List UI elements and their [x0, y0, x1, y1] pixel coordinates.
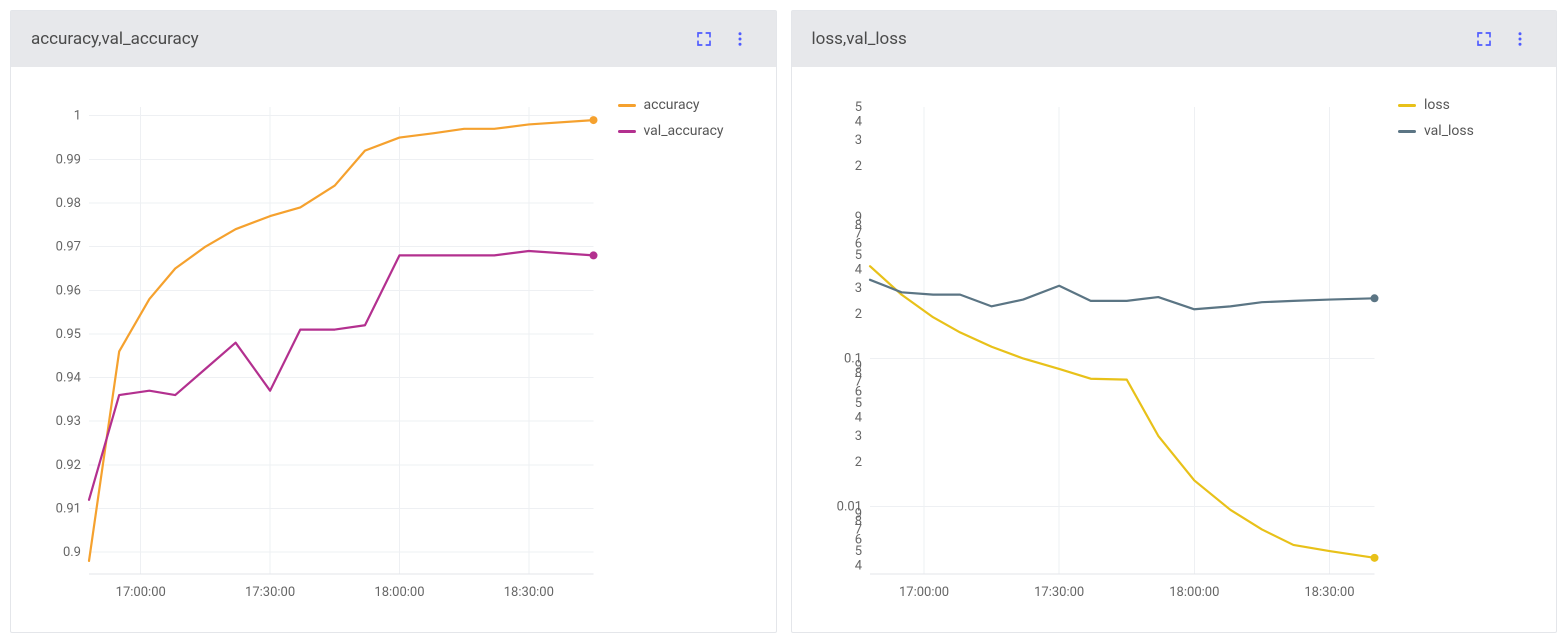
svg-text:0.99: 0.99 [56, 152, 81, 167]
svg-text:4: 4 [854, 262, 862, 277]
expand-icon[interactable] [686, 21, 722, 57]
svg-text:18:00:00: 18:00:00 [374, 585, 424, 600]
legend-swatch [618, 130, 636, 133]
more-icon[interactable] [1502, 21, 1538, 57]
panel-title: loss,val_loss [812, 29, 1467, 49]
svg-text:0.91: 0.91 [56, 502, 81, 517]
svg-text:9: 9 [854, 506, 861, 521]
svg-text:0.94: 0.94 [56, 371, 82, 386]
svg-text:9: 9 [854, 210, 861, 225]
legend-label: accuracy [644, 97, 700, 113]
panel-title: accuracy,val_accuracy [31, 29, 686, 49]
svg-text:17:30:00: 17:30:00 [1034, 585, 1084, 600]
legend-label: val_loss [1424, 123, 1474, 139]
legend-label: loss [1424, 97, 1450, 113]
svg-text:17:00:00: 17:00:00 [898, 585, 948, 600]
legend-swatch [1398, 104, 1416, 107]
legend-swatch [618, 104, 636, 107]
svg-text:2: 2 [854, 307, 861, 322]
svg-text:18:30:00: 18:30:00 [1304, 585, 1354, 600]
expand-icon[interactable] [1466, 21, 1502, 57]
svg-text:18:00:00: 18:00:00 [1169, 585, 1219, 600]
svg-text:0.98: 0.98 [56, 196, 81, 211]
chart-accuracy[interactable]: 17:00:00 17:30:00 18:00:00 18:30:00 0.9 0.91 0… [29, 97, 604, 614]
more-icon[interactable] [722, 21, 758, 57]
svg-text:3: 3 [854, 281, 861, 296]
svg-text:5: 5 [854, 100, 861, 115]
panel-header: loss,val_loss [792, 11, 1557, 67]
svg-text:17:30:00: 17:30:00 [245, 585, 295, 600]
svg-text:0.95: 0.95 [56, 327, 81, 342]
svg-text:4: 4 [854, 114, 862, 129]
legend-label: val_accuracy [644, 123, 724, 139]
page: accuracy,val_accuracy 17:00:00 17:30:00 18… [0, 0, 1567, 643]
svg-text:0.93: 0.93 [56, 414, 81, 429]
legend-item-loss[interactable]: loss [1398, 97, 1538, 113]
panel-header: accuracy,val_accuracy [11, 11, 776, 67]
svg-text:9: 9 [854, 358, 861, 373]
svg-text:3: 3 [854, 133, 861, 148]
legend-swatch [1398, 130, 1416, 133]
legend: accuracy val_accuracy [604, 97, 758, 614]
svg-text:2: 2 [854, 455, 861, 470]
legend-item-val-accuracy[interactable]: val_accuracy [618, 123, 758, 139]
legend: loss val_loss [1384, 97, 1538, 614]
panel-body: 17:00:0017:30:0018:00:0018:30:000.010.14… [792, 67, 1557, 632]
legend-item-accuracy[interactable]: accuracy [618, 97, 758, 113]
svg-text:4: 4 [854, 410, 862, 425]
panel-body: 17:00:00 17:30:00 18:00:00 18:30:00 0.9 0.91 0… [11, 67, 776, 632]
panel-loss: loss,val_loss 17:00:00 17:30:00 18:00:00 18… [791, 10, 1558, 633]
svg-text:18:30:00: 18:30:00 [504, 585, 554, 600]
svg-text:0.92: 0.92 [56, 458, 81, 473]
panel-accuracy: accuracy,val_accuracy 17:00:00 17:30:00 18… [10, 10, 777, 633]
svg-text:2: 2 [854, 159, 861, 174]
chart-loss[interactable]: 17:00:0017:30:0018:00:0018:30:000.010.14… [810, 97, 1385, 614]
svg-text:1: 1 [74, 109, 81, 124]
svg-text:0.96: 0.96 [56, 283, 81, 298]
svg-text:3: 3 [854, 429, 861, 444]
legend-item-val-loss[interactable]: val_loss [1398, 123, 1538, 139]
svg-text:17:00:00: 17:00:00 [116, 585, 166, 600]
svg-text:0.9: 0.9 [63, 545, 81, 560]
svg-text:4: 4 [854, 558, 862, 573]
svg-text:0.97: 0.97 [56, 240, 81, 255]
